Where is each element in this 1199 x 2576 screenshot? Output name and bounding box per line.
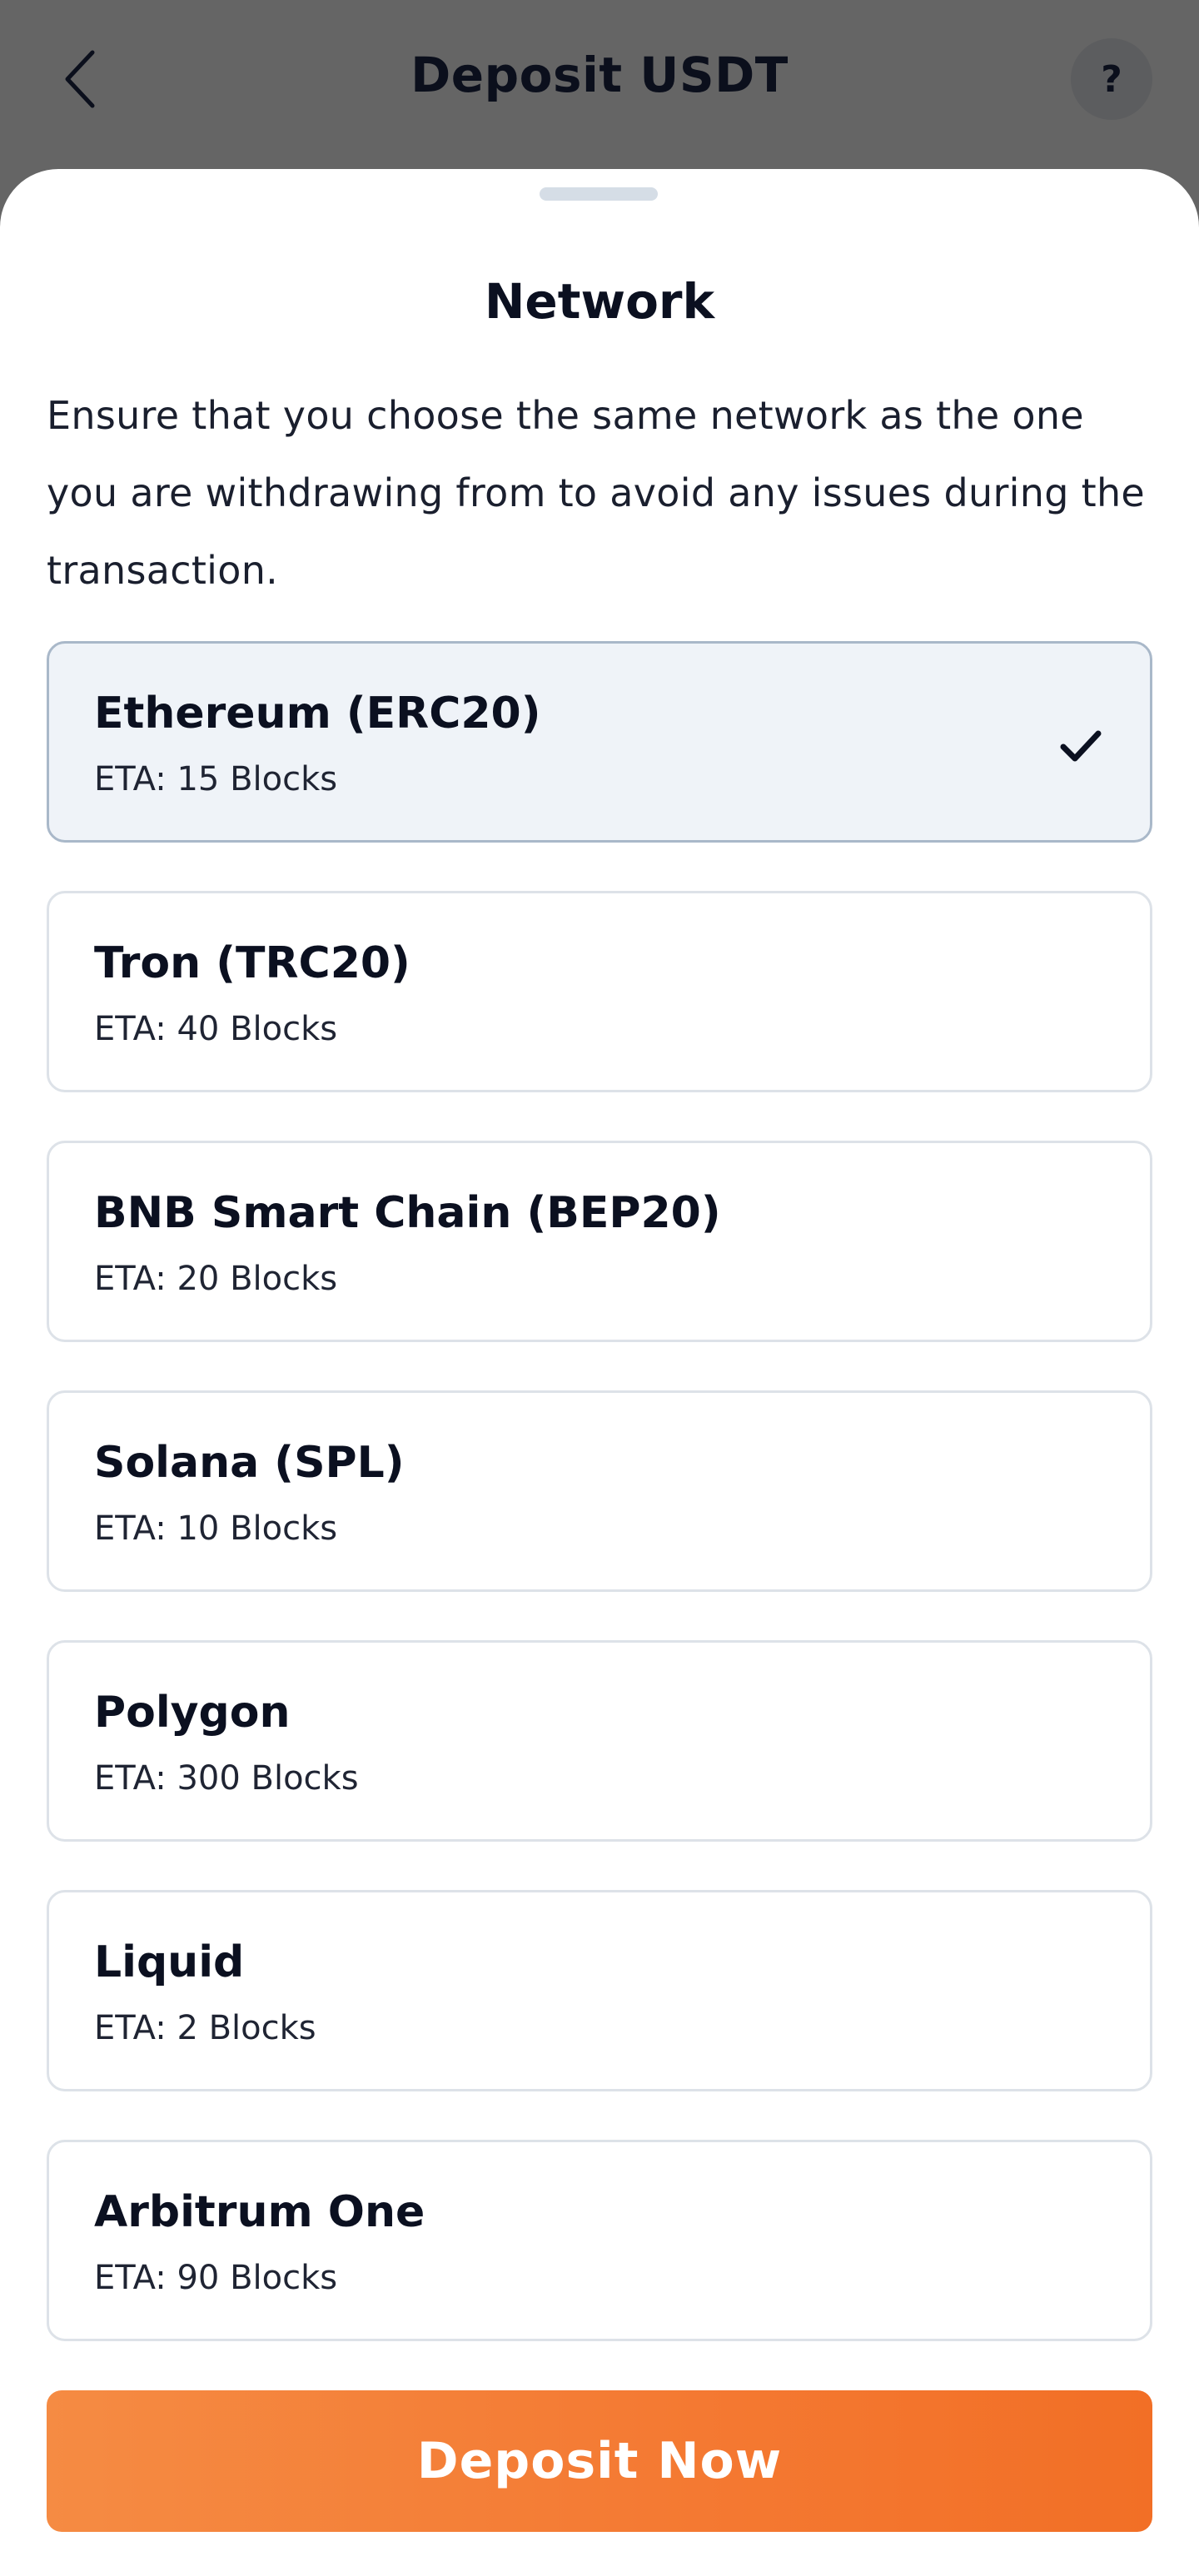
network-eta: ETA: 90 Blocks — [94, 2259, 338, 2297]
network-name: Tron (TRC20) — [94, 938, 410, 988]
network-list: Ethereum (ERC20) ETA: 15 Blocks Tron (TR… — [47, 641, 1152, 2390]
network-name: Solana (SPL) — [94, 1438, 405, 1488]
network-option-bnb-smart-chain[interactable]: BNB Smart Chain (BEP20) ETA: 20 Blocks — [47, 1141, 1152, 1342]
network-option-liquid[interactable]: Liquid ETA: 2 Blocks — [47, 1890, 1152, 2091]
help-button[interactable]: ? — [1071, 38, 1152, 120]
network-name: Polygon — [94, 1688, 291, 1738]
sheet-description: Ensure that you choose the same network … — [47, 393, 1146, 593]
checkmark-icon — [1060, 730, 1102, 762]
network-name: Ethereum (ERC20) — [94, 689, 541, 738]
network-eta: ETA: 20 Blocks — [94, 1260, 338, 1298]
network-option-polygon[interactable]: Polygon ETA: 300 Blocks — [47, 1640, 1152, 1842]
deposit-screen: Deposit USDT ? Network Ensure that you c… — [0, 0, 1199, 2576]
network-eta: ETA: 10 Blocks — [94, 1509, 338, 1548]
deposit-now-button[interactable]: Deposit Now — [47, 2390, 1152, 2532]
network-name: Arbitrum One — [94, 2187, 425, 2237]
network-option-ethereum[interactable]: Ethereum (ERC20) ETA: 15 Blocks — [47, 641, 1152, 843]
network-name: BNB Smart Chain (BEP20) — [94, 1188, 721, 1238]
network-option-arbitrum-one[interactable]: Arbitrum One ETA: 90 Blocks — [47, 2140, 1152, 2341]
network-eta: ETA: 300 Blocks — [94, 1759, 359, 1798]
network-option-solana[interactable]: Solana (SPL) ETA: 10 Blocks — [47, 1390, 1152, 1592]
network-eta: ETA: 40 Blocks — [94, 1010, 338, 1048]
sheet-title: Network — [484, 273, 715, 330]
page-title: Deposit USDT — [410, 47, 789, 103]
network-eta: ETA: 15 Blocks — [94, 760, 338, 798]
network-option-tron[interactable]: Tron (TRC20) ETA: 40 Blocks — [47, 891, 1152, 1092]
header: Deposit USDT ? — [0, 0, 1199, 167]
network-name: Liquid — [94, 1937, 245, 1987]
drag-handle[interactable] — [540, 187, 658, 201]
network-bottom-sheet: Network Ensure that you choose the same … — [0, 169, 1199, 2576]
network-eta: ETA: 2 Blocks — [94, 2009, 316, 2047]
